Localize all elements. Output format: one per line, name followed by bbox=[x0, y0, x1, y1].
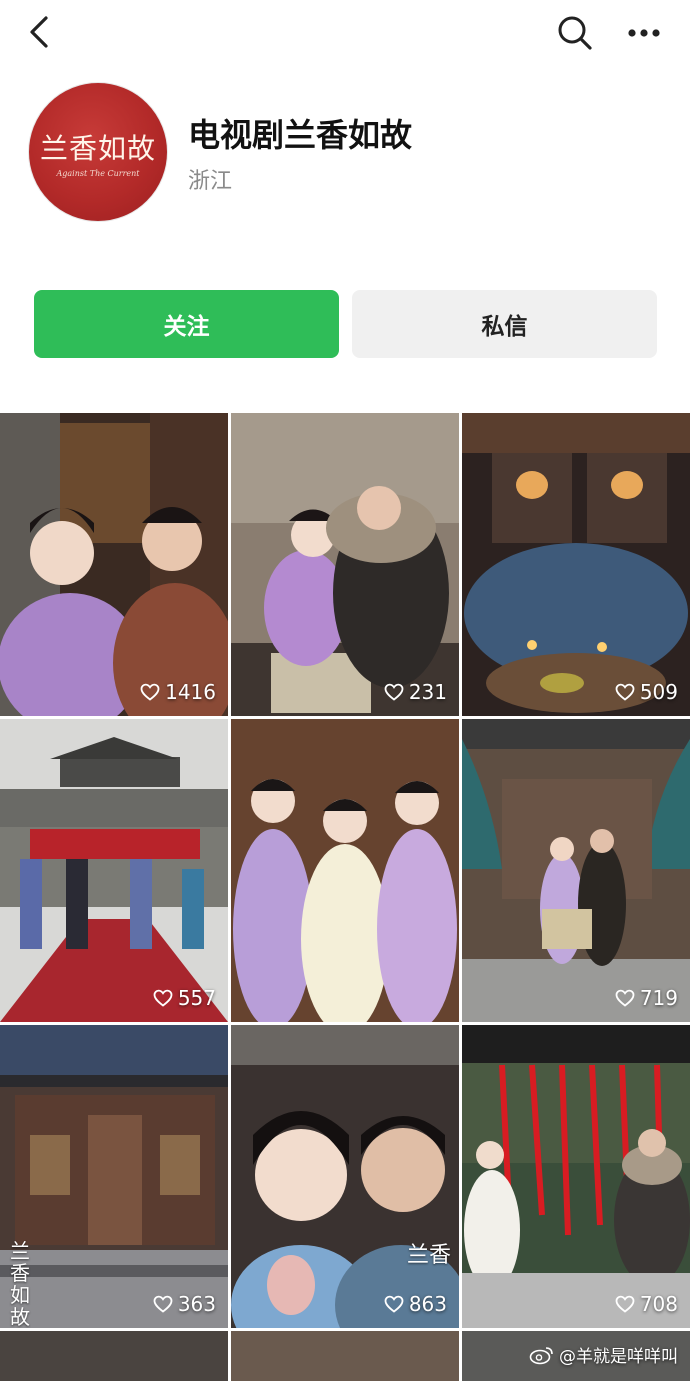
avatar-subtitle: Against The Current bbox=[56, 169, 140, 178]
video-tile[interactable]: @羊就是咩咩叫 bbox=[462, 1331, 690, 1381]
follow-button[interactable]: 关注 bbox=[34, 290, 339, 358]
like-count: 863 bbox=[384, 1292, 447, 1316]
search-icon[interactable] bbox=[556, 14, 594, 52]
like-count: 708 bbox=[615, 1292, 678, 1316]
avatar[interactable]: 兰香如故 Against The Current bbox=[28, 82, 168, 222]
video-thumbnail bbox=[462, 719, 690, 1022]
video-thumbnail bbox=[231, 1025, 459, 1328]
video-thumbnail bbox=[0, 719, 228, 1022]
heart-icon bbox=[384, 683, 404, 701]
video-tile[interactable]: 719 bbox=[462, 719, 690, 1022]
like-count: 509 bbox=[615, 680, 678, 704]
video-tile[interactable] bbox=[231, 1331, 459, 1381]
video-grid: 1416 231 509 557 719 兰香如故 363 兰香 863 708… bbox=[0, 413, 690, 1381]
video-tile[interactable]: 231 bbox=[231, 413, 459, 716]
weibo-watermark: @羊就是咩咩叫 bbox=[529, 1342, 678, 1367]
heart-icon bbox=[615, 683, 635, 701]
like-count: 557 bbox=[153, 986, 216, 1010]
video-tile[interactable] bbox=[0, 1331, 228, 1381]
like-count: 363 bbox=[153, 1292, 216, 1316]
video-tile[interactable]: 509 bbox=[462, 413, 690, 716]
like-count-value: 557 bbox=[177, 986, 216, 1010]
video-thumbnail bbox=[462, 1025, 690, 1328]
video-thumbnail bbox=[231, 413, 459, 716]
avatar-title: 兰香如故 bbox=[39, 132, 156, 165]
heart-icon bbox=[153, 989, 173, 1007]
weibo-icon bbox=[529, 1346, 553, 1364]
like-count: 719 bbox=[615, 986, 678, 1010]
heart-icon bbox=[153, 1295, 173, 1313]
video-tile[interactable]: 708 bbox=[462, 1025, 690, 1328]
like-count-value: 231 bbox=[408, 680, 447, 704]
video-tile[interactable] bbox=[231, 719, 459, 1022]
video-thumbnail bbox=[231, 719, 459, 1022]
like-count-value: 708 bbox=[639, 1292, 678, 1316]
video-thumbnail bbox=[462, 413, 690, 716]
profile-location: 浙江 bbox=[188, 169, 233, 194]
watermark-text: @羊就是咩咩叫 bbox=[559, 1347, 678, 1367]
video-thumbnail bbox=[0, 1025, 228, 1328]
like-count: 1416 bbox=[140, 680, 216, 704]
more-icon[interactable] bbox=[624, 18, 664, 48]
like-count-value: 509 bbox=[639, 680, 678, 704]
like-count-value: 863 bbox=[408, 1292, 447, 1316]
tile-overlay-text: 兰香如故 bbox=[10, 1239, 30, 1328]
message-button[interactable]: 私信 bbox=[352, 290, 657, 358]
heart-icon bbox=[140, 683, 160, 701]
video-tile[interactable]: 兰香如故 363 bbox=[0, 1025, 228, 1328]
heart-icon bbox=[615, 989, 635, 1007]
video-tile[interactable]: 1416 bbox=[0, 413, 228, 716]
video-tile[interactable]: 557 bbox=[0, 719, 228, 1022]
top-bar bbox=[0, 0, 690, 68]
like-count-value: 719 bbox=[639, 986, 678, 1010]
heart-icon bbox=[384, 1295, 404, 1313]
video-thumbnail bbox=[0, 413, 228, 716]
profile-name: 电视剧兰香如故 bbox=[188, 116, 413, 154]
video-tile[interactable]: 兰香 863 bbox=[231, 1025, 459, 1328]
heart-icon bbox=[615, 1295, 635, 1313]
back-icon[interactable] bbox=[22, 14, 58, 50]
tile-overlay-text: 兰香 bbox=[407, 1243, 452, 1268]
like-count-value: 363 bbox=[177, 1292, 216, 1316]
like-count: 231 bbox=[384, 680, 447, 704]
like-count-value: 1416 bbox=[165, 680, 216, 704]
